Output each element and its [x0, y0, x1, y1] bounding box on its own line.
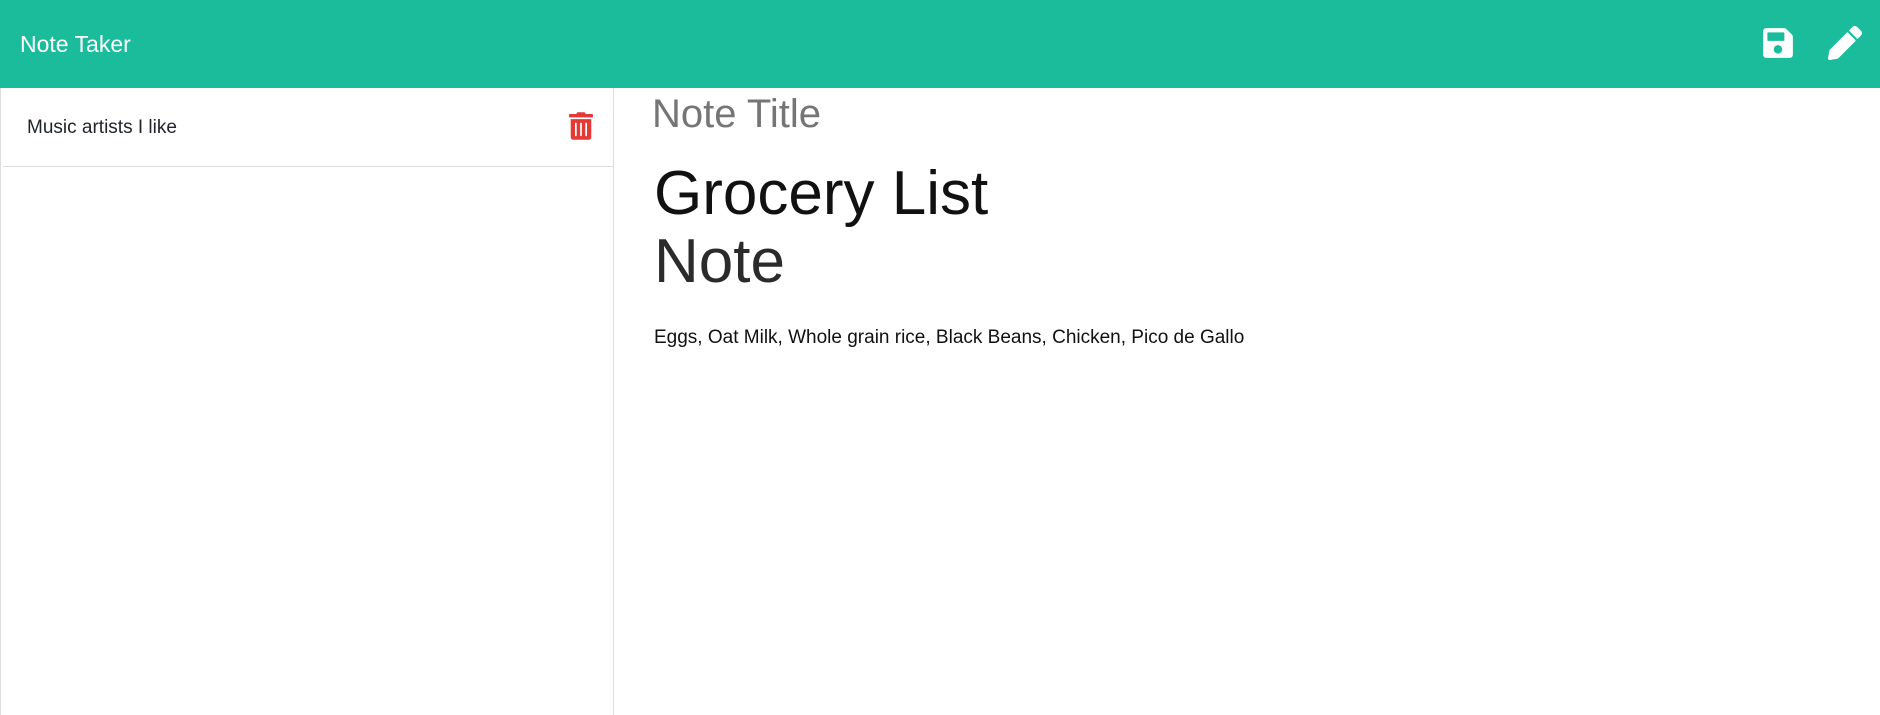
save-note-button[interactable]	[1761, 26, 1795, 60]
note-list-item-title[interactable]: Music artists I like	[27, 88, 177, 167]
pencil-icon	[1828, 26, 1862, 61]
app-brand[interactable]: Note Taker	[20, 0, 131, 88]
note-heading-line2: Note	[654, 227, 785, 296]
new-note-button[interactable]	[1828, 26, 1862, 61]
top-navbar: Note Taker	[0, 0, 1880, 88]
note-body-textarea[interactable]: Eggs, Oat Milk, Whole grain rice, Black …	[654, 324, 1834, 684]
trash-icon	[569, 112, 593, 140]
notes-sidebar: Music artists I like	[0, 88, 614, 715]
note-heading-line1: Grocery List	[654, 159, 989, 228]
delete-note-button[interactable]	[569, 112, 593, 140]
note-list-item[interactable]: Music artists I like	[3, 88, 614, 167]
save-icon	[1763, 28, 1793, 58]
note-editor: Grocery List Note Eggs, Oat Milk, Whole …	[614, 88, 1880, 715]
note-heading: Grocery List Note	[654, 160, 1834, 296]
note-title-input[interactable]	[652, 88, 1832, 140]
